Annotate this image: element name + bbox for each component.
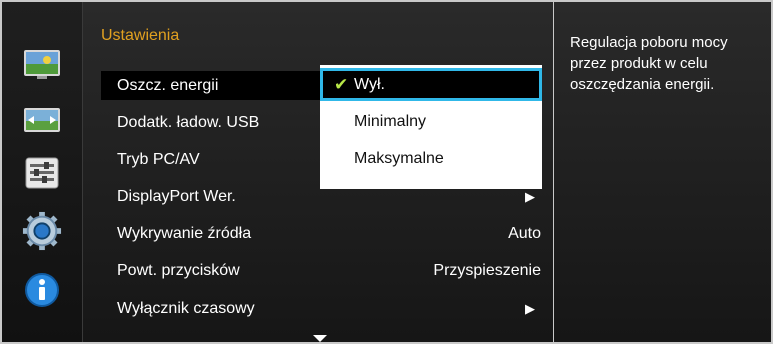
option-minimal[interactable]: Minimalny	[320, 105, 542, 138]
menu-item-label: Powt. przycisków	[117, 262, 240, 279]
option-maximal[interactable]: Maksymalne	[320, 142, 542, 175]
scroll-down-icon[interactable]	[313, 335, 327, 342]
option-off[interactable]: ✔ Wył.	[320, 68, 542, 101]
information-icon[interactable]	[22, 270, 62, 310]
category-sidebar	[2, 2, 83, 342]
help-panel: Regulacja poboru mocy przez produkt w ce…	[554, 2, 771, 342]
option-label: Maksymalne	[354, 150, 444, 167]
setup-icon[interactable]	[22, 153, 62, 193]
option-label: Minimalny	[354, 113, 427, 130]
option-label: Wył.	[354, 76, 385, 93]
osd-menu: Ustawienia Oszcz. energii Dodatk. ładow.…	[0, 0, 773, 344]
checkmark-icon: ✔	[334, 75, 349, 94]
settings-panel: Ustawienia Oszcz. energii Dodatk. ładow.…	[83, 2, 553, 342]
menu-item-label: Dodatk. ładow. USB	[117, 114, 260, 131]
power-saving-options: ✔ Wył. Minimalny Maksymalne	[320, 65, 542, 189]
picture-icon[interactable]	[22, 45, 62, 85]
menu-item-label: Oszcz. energii	[117, 77, 219, 94]
menu-item-label: Wyłącznik czasowy	[117, 300, 255, 317]
menu-item-off-timer[interactable]: Wyłącznik czasowy ▶	[101, 294, 541, 323]
menu-item-label: Tryb PC/AV	[117, 151, 200, 168]
onscreen-display-icon[interactable]	[22, 101, 62, 141]
menu-item-value: Przyspieszenie	[433, 262, 541, 279]
section-title: Ustawienia	[101, 27, 180, 44]
help-description: Regulacja poboru mocy przez produkt w ce…	[570, 34, 728, 93]
menu-item-value: Auto	[508, 225, 541, 242]
menu-item-label: DisplayPort Wer.	[117, 188, 236, 205]
submenu-arrow-icon: ▶	[525, 301, 535, 316]
menu-item-key-repeat[interactable]: Powt. przycisków Przyspieszenie	[101, 256, 541, 285]
menu-item-power-saving[interactable]: Oszcz. energii	[101, 71, 321, 100]
menu-item-label: Wykrywanie źródła	[117, 225, 252, 242]
system-gear-icon[interactable]	[22, 211, 62, 251]
menu-item-source-detection[interactable]: Wykrywanie źródła Auto	[101, 219, 541, 248]
